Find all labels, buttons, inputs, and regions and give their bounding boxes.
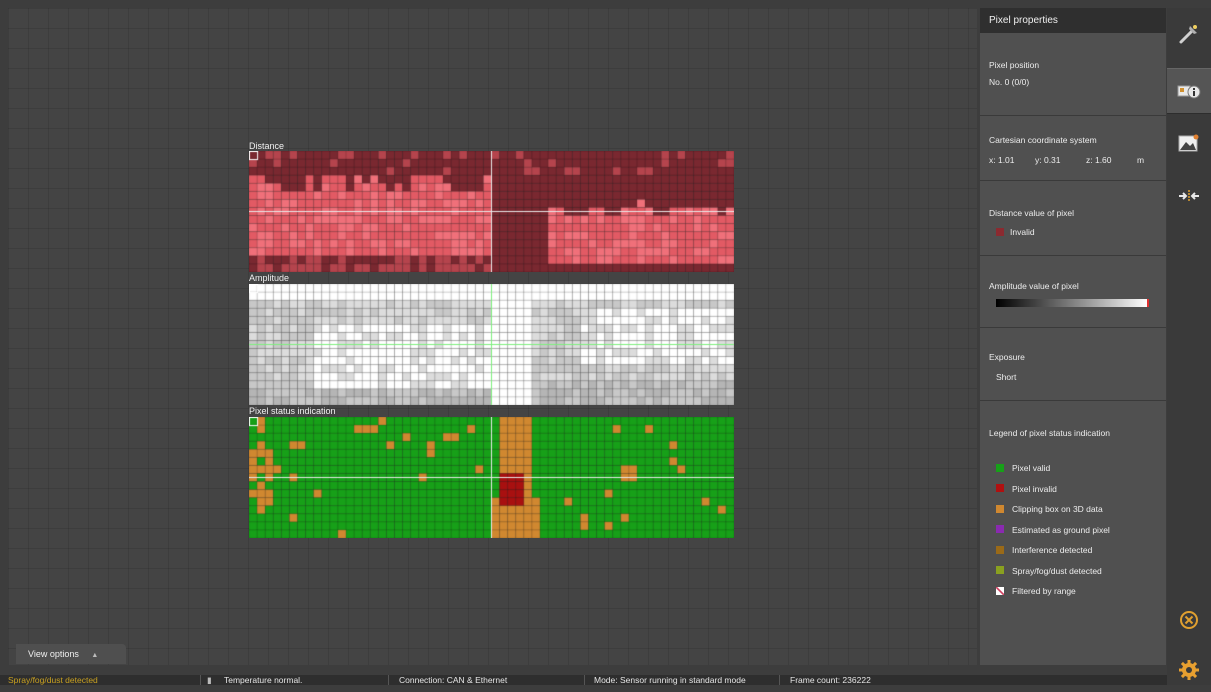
distance-value: Invalid	[1010, 227, 1035, 237]
legend-title: Legend of pixel status indication	[989, 428, 1110, 438]
status-bar: Spray/fog/dust detected ▮ Temperature no…	[0, 675, 1167, 685]
tools-button[interactable]	[1167, 12, 1211, 56]
coord-unit: m	[1137, 155, 1145, 165]
cartesian-title: Cartesian coordinate system	[989, 135, 1097, 145]
compare-arrows-icon	[1179, 190, 1199, 202]
expand-arrow-icon: ▲	[91, 652, 99, 659]
close-circle-icon	[1180, 611, 1198, 629]
legend-swatch	[996, 545, 1004, 554]
amplitude-value-title: Amplitude value of pixel	[989, 281, 1079, 291]
status-frame-count: Frame count: 236222	[790, 675, 871, 685]
legend-item: Estimated as ground pixel	[996, 524, 1110, 536]
legend-item: Filtered by range	[996, 585, 1076, 597]
coord-z: z: 1.60	[1086, 155, 1112, 165]
status-connection: Connection: CAN & Ethernet	[399, 675, 508, 685]
legend-swatch	[996, 566, 1004, 575]
legend-item: Pixel invalid	[996, 483, 1057, 495]
status-spray: Spray/fog/dust detected	[8, 675, 98, 685]
compare-button[interactable]	[1167, 174, 1211, 218]
legend-swatch	[996, 504, 1004, 513]
close-button[interactable]	[1167, 598, 1211, 642]
status-temperature: Temperature normal.	[224, 675, 303, 685]
legend-swatch	[996, 484, 1004, 493]
distance-value-section: Distance value of pixel Invalid	[980, 181, 1166, 256]
distance-image[interactable]	[249, 151, 734, 272]
legend-item: Interference detected	[996, 544, 1092, 556]
amplitude-gradient-bar	[996, 299, 1148, 307]
panel-title: Pixel properties	[980, 8, 1166, 33]
legend-label: Interference detected	[1012, 545, 1093, 555]
pixel-position-section: Pixel position No. 0 (0/0)	[980, 33, 1166, 116]
image-icon	[1178, 134, 1199, 152]
coord-x: x: 1.01	[989, 155, 1015, 165]
amplitude-value-section: Amplitude value of pixel	[980, 256, 1166, 328]
image-settings-button[interactable]	[1167, 122, 1211, 166]
legend-label: Pixel invalid	[1012, 483, 1057, 494]
legend-item: Clipping box on 3D data	[996, 503, 1103, 515]
status-label: Pixel status indication	[249, 406, 336, 416]
legend-item: Pixel valid	[996, 462, 1050, 474]
pixel-status-image[interactable]	[249, 417, 734, 538]
legend-swatch	[996, 463, 1004, 472]
pixel-position-value: No. 0 (0/0)	[989, 77, 1030, 87]
pixel-info-icon	[1177, 85, 1201, 99]
wrench-icon	[1179, 25, 1197, 44]
distance-color-swatch	[996, 227, 1004, 236]
amplitude-marker	[1147, 299, 1149, 307]
settings-button[interactable]	[1167, 648, 1211, 692]
right-toolbar	[1167, 8, 1211, 685]
pixel-properties-panel: Pixel properties Pixel position No. 0 (0…	[980, 8, 1166, 665]
distance-label: Distance	[249, 141, 285, 151]
legend-label: Estimated as ground pixel	[1012, 524, 1110, 535]
status-mode: Mode: Sensor running in standard mode	[594, 675, 746, 685]
cartesian-section: Cartesian coordinate system x: 1.01 y: 0…	[980, 116, 1166, 181]
legend-swatch	[996, 586, 1004, 595]
thermometer-icon: ▮	[207, 675, 212, 685]
exposure-section: Exposure Short	[980, 328, 1166, 401]
gear-icon	[1179, 660, 1199, 680]
amplitude-label: Amplitude	[249, 273, 290, 283]
legend-label: Clipping box on 3D data	[1012, 504, 1103, 514]
legend-item: Spray/fog/dust detected	[996, 565, 1102, 577]
view-options-label: View options	[28, 649, 79, 659]
pixel-info-button[interactable]	[1167, 68, 1211, 114]
exposure-title: Exposure	[989, 352, 1025, 362]
view-options-tab[interactable]: View options ▲	[16, 644, 126, 664]
distance-value-title: Distance value of pixel	[989, 208, 1075, 218]
legend-label: Pixel valid	[1012, 463, 1051, 473]
legend-swatch	[996, 525, 1004, 534]
legend-section: Legend of pixel status indication Pixel …	[980, 401, 1166, 613]
legend-label: Spray/fog/dust detected	[1012, 565, 1102, 576]
exposure-value: Short	[996, 372, 1017, 382]
amplitude-image[interactable]	[249, 284, 734, 405]
pixel-position-title: Pixel position	[989, 60, 1040, 70]
coord-y: y: 0.31	[1035, 155, 1061, 165]
legend-label: Filtered by range	[1012, 586, 1076, 596]
